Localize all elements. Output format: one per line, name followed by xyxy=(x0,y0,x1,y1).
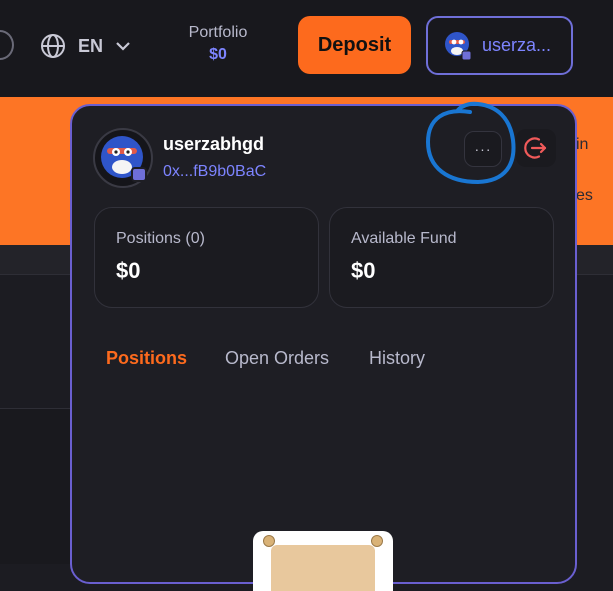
background-table-row xyxy=(0,408,70,564)
portfolio-summary[interactable]: Portfolio $0 xyxy=(180,24,256,64)
language-selector[interactable]: EN xyxy=(40,33,131,59)
available-fund-card: Available Fund $0 xyxy=(329,207,554,308)
settings-icon[interactable] xyxy=(0,30,14,60)
tab-open-orders[interactable]: Open Orders xyxy=(225,348,329,369)
globe-icon xyxy=(41,34,65,58)
illustration-panel xyxy=(271,545,375,591)
user-avatar-icon xyxy=(445,31,472,60)
chevron-down-icon xyxy=(116,42,130,51)
logout-button[interactable] xyxy=(516,129,556,167)
wallet-address[interactable]: 0x...fB9b0BaC xyxy=(163,163,266,181)
portfolio-label: Portfolio xyxy=(188,24,248,41)
deposit-button[interactable]: Deposit xyxy=(298,16,411,74)
account-dropdown-panel: userzabhgd 0x...fB9b0BaC ··· Positions (… xyxy=(70,104,577,591)
top-navigation-bar: EN Portfolio $0 Deposit userza... xyxy=(0,0,613,97)
available-fund-label: Available Fund xyxy=(351,230,457,247)
screw-icon xyxy=(263,535,275,547)
portfolio-value: $0 xyxy=(209,46,227,63)
banner-text-fragment: in xyxy=(576,136,589,153)
more-horizontal-icon: ··· xyxy=(474,141,492,157)
logout-icon xyxy=(524,137,547,159)
banner-text-fragment: es xyxy=(576,187,593,204)
account-username: userzabhgd xyxy=(163,134,265,154)
positions-label: Positions (0) xyxy=(116,230,205,247)
screw-icon xyxy=(371,535,383,547)
positions-card: Positions (0) $0 xyxy=(94,207,319,308)
user-avatar-icon xyxy=(101,136,147,182)
more-options-button[interactable]: ··· xyxy=(464,131,502,167)
tab-history[interactable]: History xyxy=(369,348,425,369)
positions-value: $0 xyxy=(116,258,141,283)
language-label: EN xyxy=(78,35,104,56)
avatar xyxy=(93,128,153,188)
user-account-button[interactable]: userza... xyxy=(426,16,573,75)
available-fund-value: $0 xyxy=(351,258,376,283)
user-button-label: userza... xyxy=(482,35,552,55)
tab-positions[interactable]: Positions xyxy=(106,348,187,369)
empty-state-illustration xyxy=(253,531,393,591)
